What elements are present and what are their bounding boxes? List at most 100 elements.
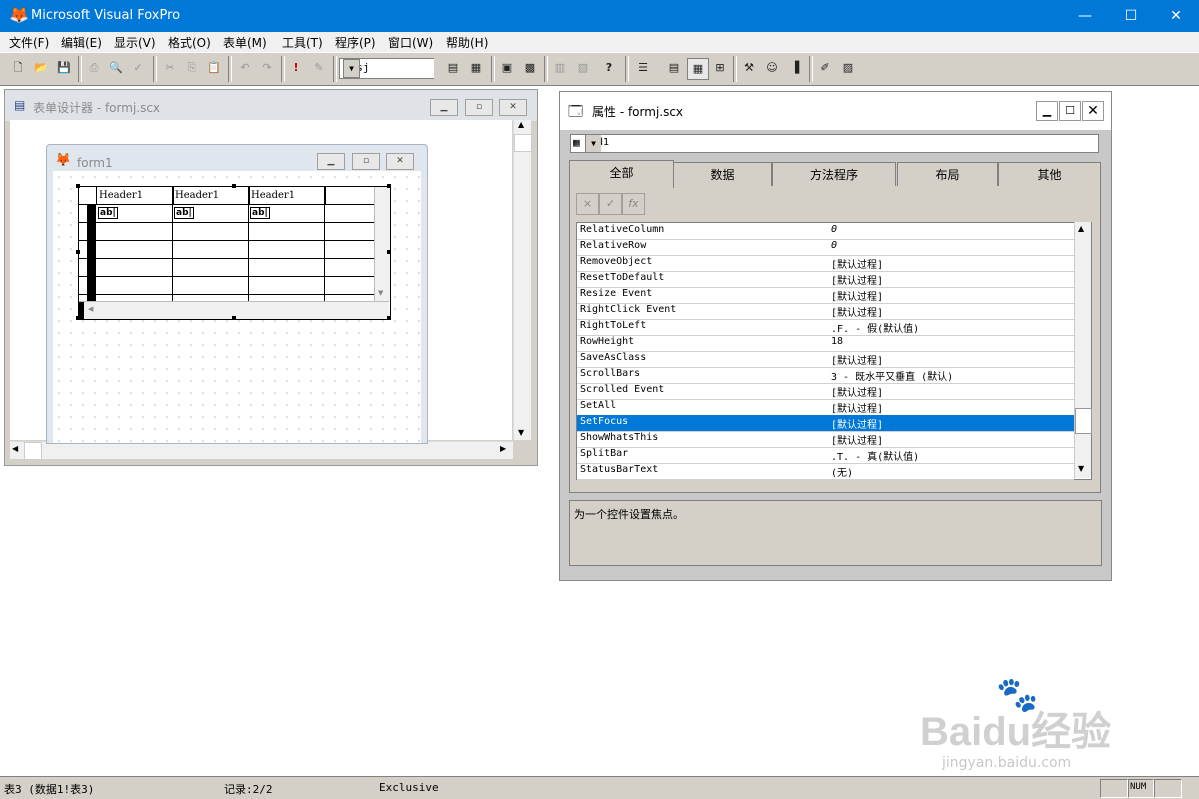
- property-list[interactable]: RelativeColumn 0 RelativeRow 0 RemoveObjec…: [576, 222, 1092, 480]
- code-window-icon[interactable]: ▦: [687, 58, 709, 80]
- property-row[interactable]: Scrolled Event [默认过程]: [577, 383, 1074, 400]
- data-environment-icon[interactable]: ☰: [633, 58, 653, 78]
- property-row[interactable]: StatusBarText (无): [577, 463, 1074, 480]
- print-icon[interactable]: ⎙: [84, 58, 104, 78]
- cancel-edit-button[interactable]: ×: [576, 193, 599, 215]
- form1-surface[interactable]: Header1 Header1 Header1 ab| ab| ab| ▼ ◀: [53, 171, 421, 443]
- scroll-down-icon[interactable]: ▼: [1078, 464, 1084, 473]
- property-row[interactable]: RightToLeft .F. - 假(默认值): [577, 319, 1074, 336]
- expression-builder-button[interactable]: fx: [622, 193, 645, 215]
- resize-handle[interactable]: [76, 250, 80, 254]
- designer-restore-button[interactable]: ▫: [465, 99, 493, 116]
- layout-toolbar-icon[interactable]: ▐: [785, 58, 805, 78]
- autoformat-icon[interactable]: ☺: [762, 58, 782, 78]
- cut-icon[interactable]: ✂: [160, 58, 180, 78]
- scroll-thumb[interactable]: [1075, 408, 1092, 434]
- resize-handle[interactable]: [76, 184, 80, 188]
- scroll-up-icon[interactable]: ▲: [518, 120, 524, 129]
- property-row[interactable]: RelativeColumn 0: [577, 223, 1074, 240]
- undo-icon[interactable]: ↶: [235, 58, 255, 78]
- minimize-button[interactable]: —: [1062, 0, 1108, 32]
- menu-file[interactable]: 文件(F): [9, 34, 49, 51]
- designer-close-button[interactable]: ✕: [499, 99, 527, 116]
- menu-edit[interactable]: 编辑(E): [61, 34, 102, 51]
- form1-restore-button[interactable]: ▫: [352, 153, 380, 170]
- run-icon[interactable]: !: [286, 58, 306, 78]
- chevron-down-icon[interactable]: ▼: [585, 135, 601, 152]
- tab-methods[interactable]: 方法程序: [772, 162, 896, 187]
- property-list-scrollbar[interactable]: ▲ ▼: [1074, 222, 1092, 478]
- scroll-left-icon[interactable]: ◀: [88, 305, 93, 313]
- tab-other[interactable]: 其他: [998, 162, 1101, 187]
- accept-edit-button[interactable]: ✓: [599, 193, 622, 215]
- properties-maximize-button[interactable]: ☐: [1059, 101, 1081, 121]
- textbox-icon[interactable]: ab|: [174, 207, 194, 219]
- property-row[interactable]: RowHeight 18: [577, 335, 1074, 352]
- view-window-icon[interactable]: ▦: [466, 58, 486, 78]
- tab-layout[interactable]: 布局: [897, 162, 998, 187]
- property-row[interactable]: ResetToDefault [默认过程]: [577, 271, 1074, 288]
- scroll-right-icon[interactable]: ▶: [500, 444, 506, 453]
- designer-minimize-button[interactable]: ▁: [430, 99, 458, 116]
- paste-icon[interactable]: 📋: [204, 58, 224, 78]
- properties-minimize-button[interactable]: ▁: [1036, 101, 1058, 121]
- property-row[interactable]: RemoveObject [默认过程]: [577, 255, 1074, 272]
- designer-vertical-scrollbar[interactable]: ▲ ▼: [513, 120, 532, 440]
- scroll-left-icon[interactable]: ◀: [12, 444, 18, 453]
- scroll-down-icon[interactable]: ▼: [518, 428, 524, 437]
- menu-help[interactable]: 帮助(H): [446, 34, 488, 51]
- modify-icon[interactable]: ✎: [309, 58, 329, 78]
- grid-vertical-scrollbar[interactable]: ▼: [374, 187, 390, 301]
- report-wizard-icon[interactable]: ▩: [520, 58, 540, 78]
- property-row[interactable]: SetAll [默认过程]: [577, 399, 1074, 416]
- resize-handle[interactable]: [232, 184, 236, 188]
- builder-icon[interactable]: ⚒: [739, 58, 759, 78]
- menu-view[interactable]: 显示(V): [114, 34, 156, 51]
- grid-header-1[interactable]: Header1: [97, 187, 174, 205]
- help-icon[interactable]: ?: [599, 58, 619, 78]
- grid-control-grd1[interactable]: Header1 Header1 Header1 ab| ab| ab| ▼ ◀: [76, 184, 391, 320]
- property-row[interactable]: ShowWhatsThis [默认过程]: [577, 431, 1074, 448]
- form-designer-toolbar-icon[interactable]: ✐: [815, 58, 835, 78]
- menu-tools[interactable]: 工具(T): [282, 34, 323, 51]
- resize-handle[interactable]: [232, 316, 236, 320]
- properties-close-button[interactable]: ✕: [1082, 101, 1104, 121]
- open-folder-icon[interactable]: 📂: [31, 58, 51, 78]
- resize-handle[interactable]: [387, 250, 391, 254]
- tab-all[interactable]: 全部: [569, 160, 674, 188]
- property-row-selected[interactable]: SetFocus [默认过程]: [577, 415, 1074, 432]
- textbox-icon[interactable]: ab|: [250, 207, 270, 219]
- copy-icon[interactable]: ⎘: [182, 58, 202, 78]
- grid-header-2[interactable]: Header1: [173, 187, 250, 205]
- print-preview-icon[interactable]: 🔍: [106, 58, 126, 78]
- property-row[interactable]: SplitBar .T. - 真(默认值): [577, 447, 1074, 464]
- autoform-icon[interactable]: ▥: [550, 58, 570, 78]
- palette-icon[interactable]: ▨: [838, 58, 858, 78]
- autoreport-icon[interactable]: ▧: [573, 58, 593, 78]
- menu-form[interactable]: 表单(M): [223, 34, 267, 51]
- form-controls-toolbar-icon[interactable]: ⊞: [710, 58, 730, 78]
- menu-program[interactable]: 程序(P): [335, 34, 376, 51]
- resize-handle[interactable]: [387, 316, 391, 320]
- maximize-button[interactable]: ☐: [1108, 0, 1154, 32]
- close-button[interactable]: ✕: [1153, 0, 1199, 32]
- database-combo[interactable]: jxsj ▼: [339, 58, 434, 79]
- form-wizard-icon[interactable]: ▣: [497, 58, 517, 78]
- resize-handle[interactable]: [76, 316, 80, 320]
- redo-icon[interactable]: ↷: [257, 58, 277, 78]
- grid-header-3[interactable]: Header1: [249, 187, 326, 205]
- save-icon[interactable]: 💾: [54, 58, 74, 78]
- form1-close-button[interactable]: ✕: [386, 153, 414, 170]
- chevron-down-icon[interactable]: ▼: [343, 59, 360, 78]
- property-row[interactable]: Resize Event [默认过程]: [577, 287, 1074, 304]
- property-row[interactable]: ScrollBars 3 - 既水平又垂直 (默认): [577, 367, 1074, 384]
- spell-check-icon[interactable]: ✓: [128, 58, 148, 78]
- property-row[interactable]: RelativeRow 0: [577, 239, 1074, 256]
- menu-format[interactable]: 格式(O): [168, 34, 211, 51]
- property-row[interactable]: SaveAsClass [默认过程]: [577, 351, 1074, 368]
- scroll-thumb[interactable]: [24, 442, 42, 460]
- textbox-icon[interactable]: ab|: [98, 207, 118, 219]
- scroll-thumb[interactable]: [514, 134, 532, 152]
- scroll-up-icon[interactable]: ▲: [1078, 224, 1084, 233]
- tab-data[interactable]: 数据: [673, 162, 772, 187]
